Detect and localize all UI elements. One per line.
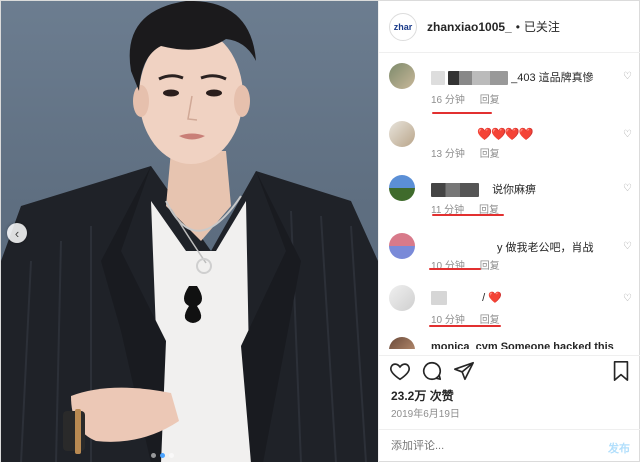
comment-time: 10 分钟	[431, 261, 465, 272]
carousel-dot	[169, 453, 174, 458]
author-avatar[interactable]: zhar	[389, 12, 417, 41]
comment-text: 说你麻痹	[492, 184, 537, 196]
comment-text-row: ❤️❤️❤️❤️	[477, 127, 534, 141]
send-icon[interactable]	[453, 360, 475, 382]
carousel-dots	[151, 453, 174, 458]
comment-input[interactable]	[391, 440, 591, 452]
post-comment-button[interactable]: 发布	[608, 440, 630, 456]
annotation-underline	[432, 214, 504, 216]
post-actions	[379, 355, 640, 385]
commenter-avatar[interactable]	[389, 233, 415, 259]
carousel-dot-active	[160, 453, 165, 458]
bookmark-icon[interactable]	[610, 360, 632, 382]
comment-like-icon[interactable]: ♡	[623, 129, 634, 140]
author-username[interactable]: zhanxiao1005_	[427, 20, 512, 34]
annotation-underline	[429, 325, 501, 327]
reply-button[interactable]: 回复	[480, 95, 500, 106]
add-comment-bar: 发布	[379, 429, 640, 462]
comment-meta: 13 分钟 回复	[431, 145, 512, 160]
carousel-prev-button[interactable]: ‹	[7, 223, 27, 243]
comment-text-row: / ❤️	[431, 291, 502, 306]
header-separator: •	[515, 19, 520, 34]
annotation-underline	[429, 268, 481, 270]
comment-meta: 10 分钟 回复	[431, 311, 512, 326]
comment-icon[interactable]	[421, 360, 443, 382]
carousel-dot	[151, 453, 156, 458]
comment-like-icon[interactable]: ♡	[623, 241, 634, 252]
post-side-panel: zhar zhanxiao1005_ • 已关注 _403 這品牌真慘 16 分…	[378, 1, 640, 462]
follow-status-button[interactable]: 已关注	[524, 18, 560, 35]
comment-text: _403 這品牌真慘	[511, 72, 594, 84]
comment-time: 16 分钟	[431, 95, 465, 106]
reply-button[interactable]: 回复	[480, 149, 500, 160]
commenter-avatar[interactable]	[389, 175, 415, 201]
comment-text: monica_cym Someone hacked this	[431, 341, 614, 349]
commenter-avatar[interactable]	[389, 285, 415, 311]
comment-item: monica_cym Someone hacked this	[389, 337, 634, 349]
instagram-post: ‹ zhar zhanxiao1005_ • 已关注 _403 這品牌真慘 16…	[0, 0, 640, 462]
commenter-avatar[interactable]	[389, 63, 415, 89]
blurred-username	[431, 71, 445, 86]
comment-item: ❤️❤️❤️❤️ 13 分钟 回复 ♡	[389, 121, 634, 161]
blurred-username	[448, 71, 509, 86]
annotation-underline	[432, 112, 492, 114]
comment-text-row: y 做我老公吧，肖战	[497, 239, 594, 255]
chevron-left-icon: ‹	[14, 225, 20, 241]
commenter-avatar[interactable]	[389, 121, 415, 147]
comment-text-row: 说你麻痹	[431, 181, 537, 198]
avatar-text: zhar	[393, 21, 413, 32]
comment-item: 说你麻痹 11 分钟 回复 ♡	[389, 175, 634, 225]
post-photo: ‹	[1, 1, 378, 462]
post-header: zhar zhanxiao1005_ • 已关注	[379, 1, 640, 53]
comment-like-icon[interactable]: ♡	[623, 71, 634, 82]
comment-text-row: _403 這品牌真慘	[431, 69, 594, 86]
like-count[interactable]: 23.2万 次赞	[391, 387, 454, 404]
blurred-username	[431, 291, 447, 306]
commenter-avatar[interactable]	[389, 337, 415, 349]
comment-meta: 16 分钟 回复	[431, 91, 512, 106]
post-date: 2019年6月19日	[391, 409, 460, 420]
comment-time: 13 分钟	[431, 149, 465, 160]
reply-button[interactable]: 回复	[480, 261, 500, 272]
comment-text: y 做我老公吧，肖战	[497, 242, 594, 254]
portrait-illustration	[1, 1, 378, 462]
comment-item: / ❤️ 10 分钟 回复 ♡	[389, 285, 634, 333]
comment-item: y 做我老公吧，肖战 10 分钟 回复 ♡	[389, 233, 634, 277]
comment-text: / ❤️	[482, 292, 502, 304]
comment-item: _403 這品牌真慘 16 分钟 回复 ♡	[389, 63, 634, 113]
comment-like-icon[interactable]: ♡	[623, 183, 634, 194]
blurred-username	[431, 183, 479, 198]
heart-icon[interactable]	[389, 360, 411, 382]
comment-like-icon[interactable]: ♡	[623, 293, 634, 304]
comments-list[interactable]: _403 這品牌真慘 16 分钟 回复 ♡ ❤️❤️❤️❤️ 13 分钟 回复	[379, 53, 640, 349]
comment-text: ❤️❤️❤️❤️	[477, 127, 534, 141]
